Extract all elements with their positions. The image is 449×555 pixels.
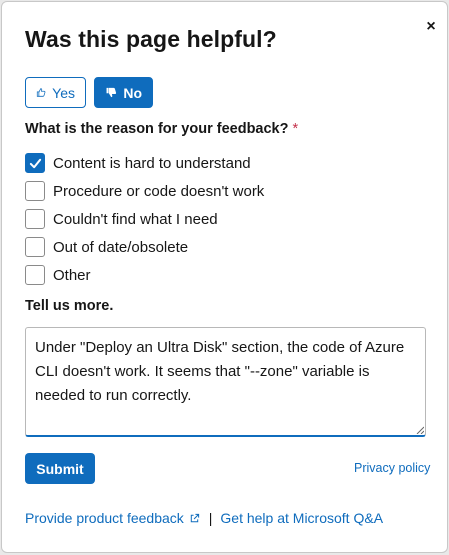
vote-buttons: Yes No [25,77,153,108]
thumbs-down-icon [106,87,117,98]
option-hard-to-understand[interactable]: Content is hard to understand [25,149,264,177]
option-label: Couldn't find what I need [53,210,218,228]
option-label: Content is hard to understand [53,154,251,172]
reason-question-text: What is the reason for your feedback? [25,121,289,137]
close-icon: × [426,18,436,35]
checkbox[interactable] [25,181,45,201]
resize-grip-icon[interactable] [416,426,424,434]
footer-separator: | [208,510,213,526]
dialog-title: Was this page helpful? [25,26,277,52]
tell-more-label: Tell us more. [25,298,114,314]
comment-textarea[interactable] [25,327,426,437]
required-marker: * [292,121,299,137]
close-button[interactable]: × [422,18,440,36]
feedback-dialog: × Was this page helpful? Yes No What is … [1,1,448,553]
checkbox-checked[interactable] [25,153,45,173]
checkbox[interactable] [25,237,45,257]
option-label: Procedure or code doesn't work [53,182,265,200]
option-label: Out of date/obsolete [53,238,189,256]
option-out-of-date[interactable]: Out of date/obsolete [25,233,264,261]
no-button[interactable]: No [94,77,153,108]
option-code-doesnt-work[interactable]: Procedure or code doesn't work [25,177,264,205]
yes-button[interactable]: Yes [25,77,86,108]
yes-label: Yes [52,84,75,101]
no-label: No [123,84,142,101]
option-label: Other [53,266,91,284]
external-link-icon [190,513,199,522]
checkbox[interactable] [25,265,45,285]
microsoft-qa-link[interactable]: Get help at Microsoft Q&A [220,510,383,526]
reason-question: What is the reason for your feedback? * [25,121,298,137]
option-couldnt-find[interactable]: Couldn't find what I need [25,205,264,233]
checkmark-icon [29,158,41,168]
reason-options: Content is hard to understand Procedure … [25,149,264,289]
checkbox[interactable] [25,209,45,229]
submit-button[interactable]: Submit [25,453,95,484]
privacy-policy-link[interactable]: Privacy policy [354,461,430,475]
option-other[interactable]: Other [25,261,264,289]
thumbs-up-icon [36,88,46,97]
footer-links: Provide product feedback | Get help at M… [25,510,383,526]
product-feedback-link[interactable]: Provide product feedback [25,510,184,526]
